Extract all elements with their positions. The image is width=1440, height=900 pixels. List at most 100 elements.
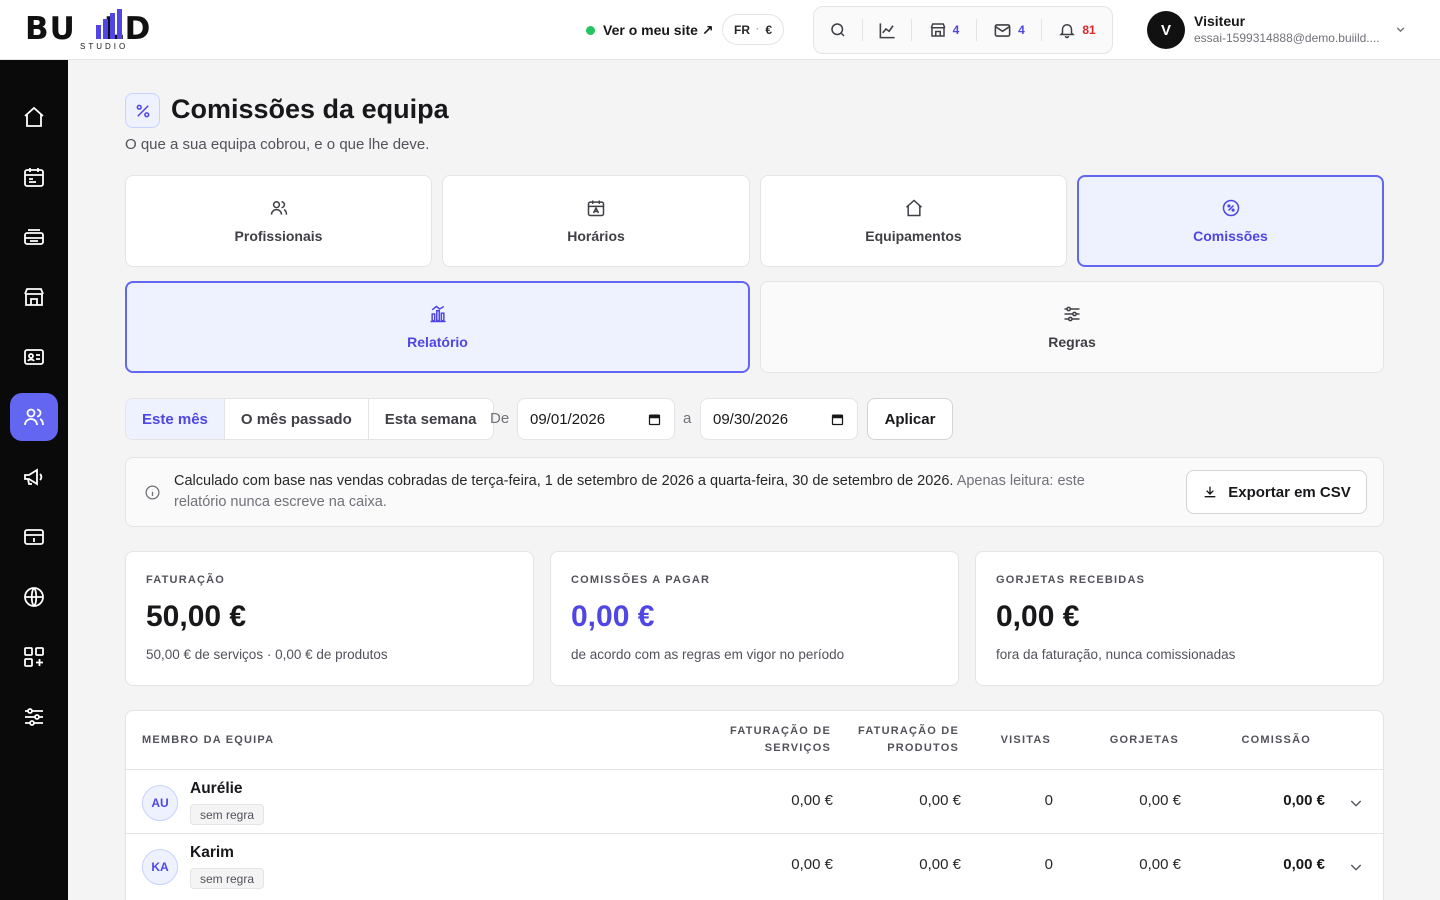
page-title: Comissões da equipa — [171, 94, 449, 124]
cell-product-revenue: 0,00 € — [919, 792, 961, 809]
sliders-icon — [25, 708, 43, 726]
member-name: Aurélie — [190, 780, 243, 797]
messages-button[interactable]: 4 — [977, 7, 1041, 53]
mail-icon — [994, 23, 1011, 37]
sidebar-item-team[interactable] — [10, 393, 58, 441]
sidebar-item-website[interactable] — [10, 573, 58, 621]
member-avatar: AU — [142, 785, 178, 821]
apps-add-icon — [24, 647, 44, 667]
date-from-value: 09/01/2026 — [530, 410, 606, 428]
chevron-down-icon[interactable] — [1348, 795, 1364, 811]
info-banner: Calculado com base nas vendas cobradas d… — [125, 457, 1384, 527]
subtab-rules[interactable]: Regras — [760, 281, 1384, 373]
tab-schedules-label: Horários — [567, 228, 625, 244]
sliders-icon — [1064, 306, 1080, 322]
stat-card-revenue: FATURAÇÃO 50,00 € 50,00 € de serviços · … — [125, 551, 534, 686]
date-from-input[interactable]: 09/01/2026 — [517, 398, 675, 440]
sidebar-item-home[interactable] — [10, 93, 58, 141]
column-header-product-revenue: FATURAÇÃO DE PRODUTOS — [858, 723, 959, 757]
inbox-stack-icon — [24, 229, 44, 245]
language-currency-switcher[interactable]: FR · € — [722, 14, 784, 45]
contact-card-icon — [24, 349, 44, 365]
apply-button[interactable]: Aplicar — [867, 398, 953, 440]
cell-tips: 0,00 € — [1139, 856, 1181, 873]
main-content: Comissões da equipa O que a sua equipa c… — [68, 60, 1440, 900]
chevron-down-icon — [1396, 27, 1405, 33]
bar-chart-icon — [430, 305, 445, 323]
notifications-button[interactable]: 81 — [1042, 7, 1112, 53]
search-button[interactable] — [814, 7, 862, 53]
search-icon — [831, 23, 845, 37]
store-icon — [24, 288, 44, 306]
column-header-service-revenue: FATURAÇÃO DE SERVIÇOS — [730, 723, 831, 757]
commissions-table: MEMBRO DA EQUIPA FATURAÇÃO DE SERVIÇOS F… — [125, 710, 1384, 900]
tab-equipment[interactable]: Equipamentos — [760, 175, 1067, 267]
table-row[interactable]: AU Aurélie sem regra 0,00 € 0,00 € 0 0,0… — [126, 769, 1383, 833]
user-email: essai-1599314888@demo.buiild.... — [1194, 31, 1380, 45]
stat-value: 50,00 € — [146, 600, 247, 633]
sidebar-item-shop[interactable] — [10, 273, 58, 321]
date-to-value: 09/30/2026 — [713, 410, 789, 428]
tab-schedules[interactable]: Horários — [442, 175, 750, 267]
info-main-text: Calculado com base nas vendas cobradas d… — [174, 473, 954, 489]
view-site-link[interactable]: Ver o meu site ↗ — [586, 19, 714, 41]
shop-button[interactable]: 4 — [912, 7, 976, 53]
table-row[interactable]: KA Karim sem regra 0,00 € 0,00 € 0 0,00 … — [126, 833, 1383, 897]
cell-service-revenue: 0,00 € — [791, 792, 833, 809]
megaphone-icon — [24, 468, 43, 486]
cell-commission: 0,00 € — [1283, 792, 1325, 809]
date-from-label: De — [490, 410, 510, 427]
user-avatar: V — [1147, 11, 1185, 49]
cell-product-revenue: 0,00 € — [919, 856, 961, 873]
info-text: Calculado com base nas vendas cobradas d… — [174, 471, 1134, 513]
range-this-week[interactable]: Esta semana — [369, 399, 493, 439]
top-bar: BU LD STUDIO Ver o meu site ↗ FR · € 4 4… — [0, 0, 1440, 60]
tab-professionals[interactable]: Profissionais — [125, 175, 432, 267]
separator-dot: · — [755, 24, 760, 35]
user-menu[interactable]: V Visiteur essai-1599314888@demo.buiild.… — [1147, 10, 1407, 50]
tab-commissions-label: Comissões — [1193, 228, 1268, 244]
range-last-month[interactable]: O mês passado — [225, 399, 369, 439]
rule-badge: sem regra — [190, 804, 265, 825]
stat-card-tips: GORJETAS RECEBIDAS 0,00 € fora da fatura… — [975, 551, 1384, 686]
sidebar-item-calendar[interactable] — [10, 153, 58, 201]
cell-commission: 0,00 € — [1283, 856, 1325, 873]
brand-logo[interactable]: BU LD STUDIO — [25, 9, 185, 53]
tab-commissions[interactable]: Comissões — [1077, 175, 1384, 267]
sidebar-item-payments[interactable] — [10, 513, 58, 561]
home-outline-icon — [905, 199, 922, 217]
info-icon — [145, 485, 160, 500]
sidebar-item-marketing[interactable] — [10, 453, 58, 501]
currency-symbol: € — [765, 22, 773, 37]
calendar-icon — [24, 168, 44, 187]
sidebar-item-apps[interactable] — [10, 633, 58, 681]
sidebar-item-clients[interactable] — [10, 333, 58, 381]
stat-note: 50,00 € de serviços · 0,00 € de produtos — [146, 647, 388, 662]
page-subtitle: O que a sua equipa cobrou, e o que lhe d… — [125, 136, 430, 153]
logo-bars-icon — [96, 9, 122, 39]
cell-visits: 0 — [1044, 856, 1053, 873]
chevron-down-icon[interactable] — [1348, 859, 1364, 875]
sidebar-item-settings[interactable] — [10, 693, 58, 741]
home-icon — [24, 106, 44, 127]
analytics-button[interactable] — [863, 7, 911, 53]
subtab-report[interactable]: Relatório — [125, 281, 750, 373]
range-this-month[interactable]: Este mês — [126, 399, 225, 439]
rule-badge: sem regra — [190, 868, 265, 889]
date-to-input[interactable]: 09/30/2026 — [700, 398, 858, 440]
globe-icon — [24, 587, 44, 607]
stat-label: COMISSÕES A PAGAR — [571, 574, 711, 586]
payment-card-icon — [24, 529, 44, 545]
cell-service-revenue: 0,00 € — [791, 856, 833, 873]
chart-line-icon — [879, 22, 895, 38]
sidebar-item-bookings[interactable] — [10, 213, 58, 261]
users-icon — [270, 201, 287, 215]
export-csv-label: Exportar em CSV — [1228, 483, 1351, 501]
mail-count-badge: 4 — [1018, 23, 1025, 37]
page-title-icon — [125, 93, 160, 128]
export-csv-button[interactable]: Exportar em CSV — [1186, 470, 1367, 514]
percent-icon — [136, 104, 149, 117]
language-code: FR — [733, 22, 750, 37]
column-header-member: MEMBRO DA EQUIPA — [142, 734, 275, 746]
tab-equipment-label: Equipamentos — [865, 228, 962, 244]
